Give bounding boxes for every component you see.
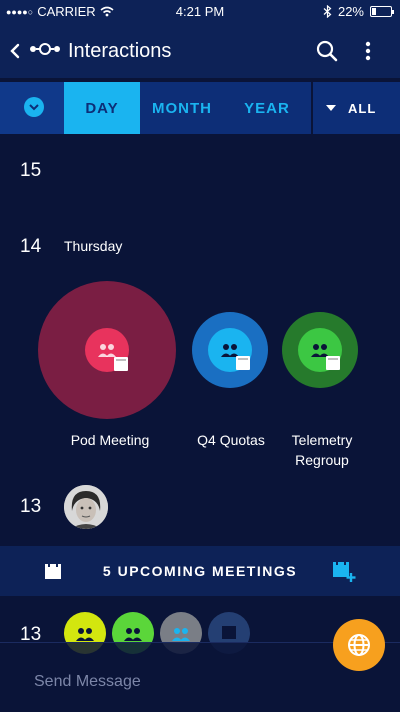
chevron-down-circle-icon bbox=[24, 97, 44, 117]
meeting-label-q4-quotas: Q4 Quotas bbox=[197, 432, 265, 448]
battery-icon bbox=[370, 6, 394, 17]
page-title: Interactions bbox=[68, 40, 172, 62]
tab-month[interactable]: MONTH bbox=[140, 82, 224, 134]
period-tabs: DAY MONTH YEAR ALL bbox=[0, 82, 400, 134]
meeting-label-pod-meeting: Pod Meeting bbox=[70, 432, 150, 448]
battery-percent: 22% bbox=[337, 4, 364, 19]
add-meeting-icon[interactable] bbox=[332, 560, 356, 582]
dropdown-triangle-icon bbox=[326, 105, 336, 111]
filter-label: ALL bbox=[348, 100, 377, 116]
date-label-15: 15 bbox=[20, 160, 42, 181]
meeting-bubble-q4-quotas[interactable] bbox=[192, 312, 268, 388]
more-vertical-icon[interactable] bbox=[358, 38, 378, 64]
avatar[interactable] bbox=[64, 485, 108, 529]
calendar-badge-icon bbox=[326, 356, 340, 370]
date-label-14: 14 bbox=[20, 236, 42, 257]
upcoming-meetings-bar[interactable]: 5 UPCOMING MEETINGS bbox=[0, 546, 400, 596]
globe-icon bbox=[348, 634, 370, 656]
search-icon[interactable] bbox=[314, 38, 340, 64]
bluetooth-icon bbox=[323, 5, 332, 18]
interactions-logo-icon bbox=[30, 43, 60, 55]
filter-dropdown[interactable]: ALL bbox=[326, 82, 376, 134]
tab-divider bbox=[311, 82, 313, 134]
globe-fab-button[interactable] bbox=[333, 619, 385, 671]
calendar-badge-icon bbox=[114, 357, 128, 371]
date-label-13: 13 bbox=[20, 496, 42, 517]
chevron-down-button[interactable] bbox=[0, 82, 64, 134]
meeting-bubble-telemetry-regroup[interactable] bbox=[282, 312, 358, 388]
calendar-badge-icon bbox=[236, 356, 250, 370]
back-chevron-icon[interactable] bbox=[4, 36, 26, 66]
status-bar: ●●●●○ CARRIER 4:21 PM 22% bbox=[0, 0, 400, 24]
meeting-bubble-pod-meeting[interactable] bbox=[38, 281, 176, 419]
tab-day[interactable]: DAY bbox=[64, 82, 140, 134]
tab-year[interactable]: YEAR bbox=[224, 82, 310, 134]
meeting-label-telemetry-regroup: Telemetry Regroup bbox=[291, 432, 353, 468]
app-bar: Interactions bbox=[0, 24, 400, 78]
message-input[interactable]: Send Message bbox=[34, 673, 141, 691]
weekday-label: Thursday bbox=[64, 238, 123, 254]
